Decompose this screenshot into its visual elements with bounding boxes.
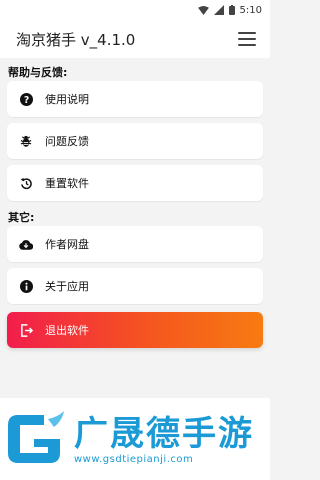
menu-icon-line: [238, 44, 256, 46]
svg-text:?: ?: [23, 94, 28, 105]
signal-icon: [213, 5, 224, 15]
help-item-usage[interactable]: ? 使用说明: [7, 81, 263, 117]
status-bar: 5:10: [0, 0, 270, 20]
menu-icon-line: [238, 32, 256, 34]
other-item-label: 关于应用: [45, 280, 89, 293]
section-title-other: 其它:: [8, 211, 35, 224]
wifi-icon: [197, 5, 209, 15]
menu-icon-line: [238, 38, 256, 40]
help-item-label: 问题反馈: [45, 135, 89, 148]
help-item-reset[interactable]: 重置软件: [7, 165, 263, 201]
app-title: 淘京猪手 v_4.1.0: [16, 30, 136, 49]
question-icon: ?: [19, 92, 33, 106]
reset-icon: [19, 176, 33, 190]
info-icon: [19, 279, 33, 293]
other-item-netdisk[interactable]: 作者网盘: [7, 226, 263, 262]
other-item-about[interactable]: 关于应用: [7, 268, 263, 304]
other-item-label: 作者网盘: [45, 238, 89, 251]
help-item-label: 使用说明: [45, 93, 89, 106]
watermark-brand: 广晟德手游: [74, 413, 254, 454]
status-time: 5:10: [239, 4, 262, 16]
watermark-url: www.gsdtiepianji.com: [74, 453, 194, 465]
help-item-feedback[interactable]: 问题反馈: [7, 123, 263, 159]
menu-button[interactable]: [238, 32, 256, 46]
help-item-label: 重置软件: [45, 177, 89, 190]
cloud-download-icon: [19, 237, 33, 251]
exit-button[interactable]: 退出软件: [7, 312, 263, 348]
exit-label: 退出软件: [45, 324, 89, 337]
exit-icon: [19, 323, 33, 337]
battery-icon: [228, 5, 235, 15]
watermark-banner: 广晟德手游 www.gsdtiepianji.com: [0, 398, 270, 480]
watermark-logo-icon: [8, 411, 64, 463]
bug-icon: [19, 134, 33, 148]
section-title-help: 帮助与反馈:: [8, 66, 68, 79]
app-bar: 淘京猪手 v_4.1.0: [0, 20, 270, 58]
